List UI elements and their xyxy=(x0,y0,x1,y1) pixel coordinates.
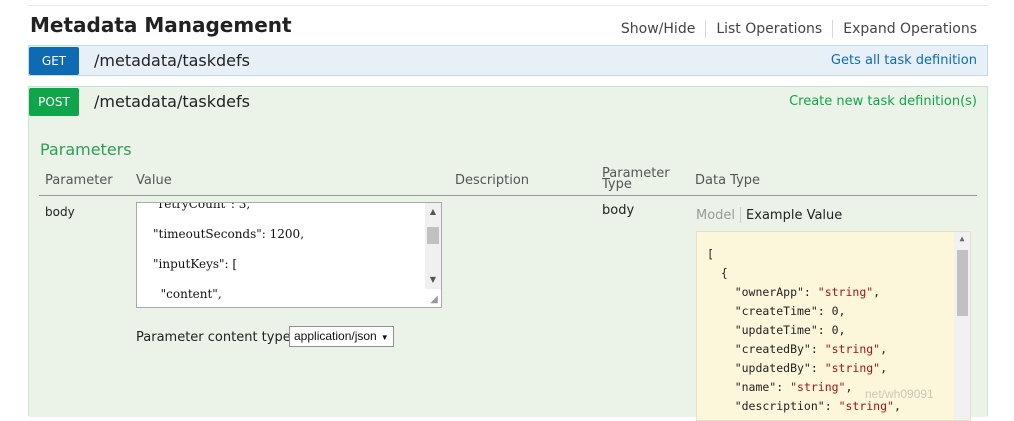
example-line: "updatedBy": "string", xyxy=(707,361,888,375)
column-header-description: Description xyxy=(455,173,530,188)
post-operation: POST /metadata/taskdefs Create new task … xyxy=(28,86,988,421)
scroll-up-arrow-icon[interactable]: ▲ xyxy=(425,205,441,219)
example-line: "updateTime": 0, xyxy=(707,323,846,337)
list-operations-link[interactable]: List Operations xyxy=(706,21,832,37)
parameters-heading: Parameters xyxy=(40,140,132,159)
column-header-parameter-type: Parameter Type xyxy=(602,166,670,192)
model-tab[interactable]: Model xyxy=(696,208,740,223)
column-header-data-type: Data Type xyxy=(695,173,761,188)
example-line: "createdBy": "string", xyxy=(707,342,888,356)
header-divider xyxy=(39,195,977,196)
textarea-scrollbar[interactable]: ▲ ▼ xyxy=(425,203,441,289)
watermark: net/wh09091 xyxy=(865,387,934,401)
body-value-textarea[interactable]: "retryCount": 3, "timeoutSeconds": 1200,… xyxy=(136,202,442,308)
content-type-label: Parameter content type: xyxy=(136,330,296,345)
get-method-badge[interactable]: GET xyxy=(29,47,79,75)
post-operation-summary[interactable]: Create new task definition(s) xyxy=(789,94,977,109)
scroll-up-arrow-icon[interactable]: ▲ xyxy=(954,234,970,243)
example-line: "createTime": 0, xyxy=(707,304,846,318)
column-header-value: Value xyxy=(136,173,172,188)
example-value-tab[interactable]: Example Value xyxy=(741,208,842,223)
column-header-parameter: Parameter xyxy=(45,173,113,188)
example-line: "ownerApp": "string", xyxy=(707,285,881,299)
scroll-down-arrow-icon[interactable]: ▼ xyxy=(425,273,441,287)
example-line: { xyxy=(707,266,728,280)
get-operation-summary[interactable]: Gets all task definition xyxy=(831,53,977,68)
dropdown-arrow-icon: ▼ xyxy=(380,333,389,342)
get-operation-bar[interactable]: GET /metadata/taskdefs Gets all task def… xyxy=(28,45,988,76)
snippet-tabs: Model Example Value xyxy=(696,207,842,223)
post-operation-body: Parameters Parameter Value Description P… xyxy=(29,117,987,421)
example-line: [ xyxy=(707,247,714,261)
header-links: Show/Hide List Operations Expand Operati… xyxy=(611,20,977,38)
expand-operations-link[interactable]: Expand Operations xyxy=(833,21,977,37)
top-divider xyxy=(28,5,988,6)
get-operation-path[interactable]: /metadata/taskdefs xyxy=(94,51,250,70)
example-line: "name": "string", xyxy=(707,380,853,394)
value-line: "content", xyxy=(153,287,222,301)
content-type-value: application/json xyxy=(294,329,377,343)
value-line: "inputKeys": [ xyxy=(153,257,238,271)
content-type-select[interactable]: application/json ▼ xyxy=(289,326,394,347)
post-method-badge[interactable]: POST xyxy=(29,88,79,116)
param-name-body: body xyxy=(45,205,75,219)
param-type-body: body xyxy=(602,203,635,218)
scroll-thumb[interactable] xyxy=(427,227,439,244)
example-line: "description": "string", xyxy=(707,399,901,413)
scroll-thumb[interactable] xyxy=(957,250,968,316)
show-hide-link[interactable]: Show/Hide xyxy=(611,21,705,37)
value-line: "retryCount": 3, xyxy=(153,202,251,211)
resize-grip-icon[interactable]: ◢ xyxy=(428,294,440,306)
page-title: Metadata Management xyxy=(30,13,292,37)
post-operation-path[interactable]: /metadata/taskdefs xyxy=(94,92,250,111)
value-line: "timeoutSeconds": 1200, xyxy=(153,227,305,241)
example-scrollbar[interactable]: ▲ xyxy=(954,232,970,420)
